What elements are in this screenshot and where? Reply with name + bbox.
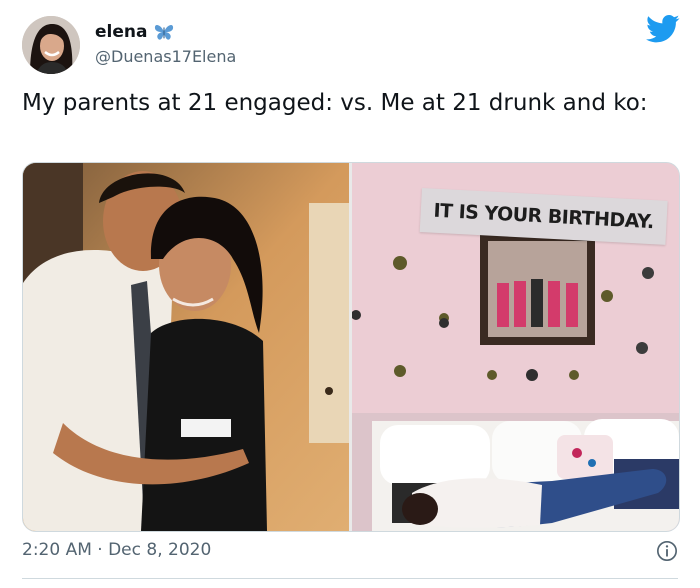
avatar-portrait [22,16,80,74]
birthday-banner-text: IT IS YOUR BIRTHDAY. [432,199,655,234]
tweet-card: elena @Duenas17Elena My parents at 21 en… [0,0,700,588]
author-name-row[interactable]: elena [95,22,175,42]
author-handle[interactable]: @Duenas17Elena [95,47,236,66]
tweet-media[interactable]: IT IS YOUR BIRTHDAY. [22,162,680,532]
photo-parents-engaged[interactable] [23,163,349,531]
photo-parents-engaged-image [23,163,349,531]
tweet-timestamp[interactable]: 2:20 AM · Dec 8, 2020 [22,540,211,560]
display-name[interactable]: elena [95,22,147,42]
tweet-text: My parents at 21 engaged: vs. Me at 21 d… [22,90,648,116]
info-icon[interactable] [656,540,678,562]
divider [22,578,678,579]
photo-birthday-passed-out[interactable]: IT IS YOUR BIRTHDAY. [351,163,679,531]
avatar[interactable] [22,16,80,74]
twitter-bird-icon[interactable] [646,14,680,44]
butterfly-icon [155,24,174,40]
